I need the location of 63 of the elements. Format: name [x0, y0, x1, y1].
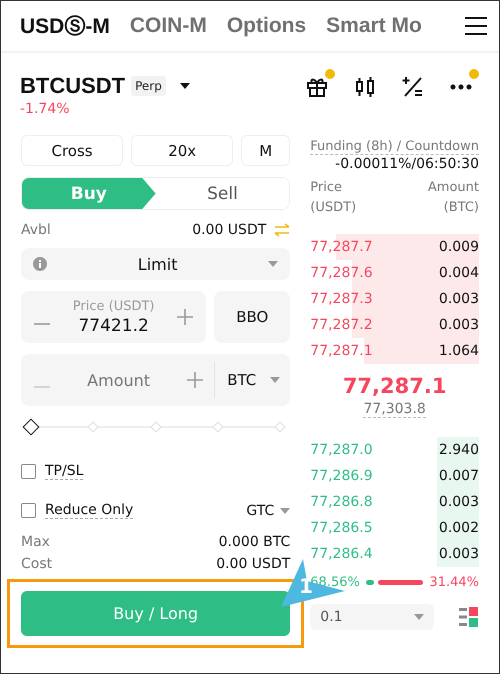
bid-row[interactable]: 77,286.9 0.007	[310, 463, 479, 489]
caret-icon	[280, 508, 290, 514]
ask-row[interactable]: 77,287.3 0.003	[310, 286, 479, 312]
candlestick-icon	[354, 75, 376, 99]
price-label: Price (USDT)	[72, 298, 156, 314]
price-change: -1.74%	[20, 101, 71, 117]
contract-tag: Perp	[131, 76, 166, 96]
order-type-select[interactable]: Limit	[21, 248, 290, 280]
unit-select[interactable]: BTC	[227, 371, 280, 389]
bbo-button[interactable]: BBO	[214, 291, 290, 343]
caret-icon	[414, 614, 424, 620]
plus-minus-icon	[401, 75, 425, 99]
last-price: 77,287.1	[342, 374, 448, 398]
summary-value: 0.00 USDT	[216, 555, 290, 574]
price-header: Price (USDT)	[310, 179, 356, 217]
checkbox[interactable]	[21, 464, 36, 479]
sell-ratio: 31.44%	[429, 575, 479, 590]
summary-label: Cost	[21, 555, 52, 574]
market-tab[interactable]: Options	[226, 14, 306, 38]
ask-row[interactable]: 77,287.1 1.064	[310, 338, 479, 364]
checkbox[interactable]	[21, 503, 36, 518]
caret-icon	[270, 377, 280, 383]
bid-row[interactable]: 77,287.0 2.940	[310, 437, 479, 463]
info-icon	[33, 257, 47, 271]
ask-row[interactable]: 77,287.6 0.004	[310, 260, 479, 286]
price-value: 77421.2	[77, 316, 150, 336]
margin-button[interactable]: M	[241, 135, 290, 166]
symbol-name: BTCUSDT	[20, 73, 126, 99]
swap-icon[interactable]	[274, 223, 290, 237]
margin-button[interactable]: 20x	[131, 135, 234, 166]
sell-ratio-bar	[378, 580, 424, 585]
bid-row[interactable]: 77,286.8 0.003	[310, 489, 479, 515]
more-icon	[450, 84, 472, 90]
available-label: Avbl	[21, 222, 51, 238]
available-value: 0.00 USDT	[192, 222, 266, 238]
option-label: TP/SL	[45, 463, 84, 480]
bid-row[interactable]: 77,286.5 0.002	[310, 515, 479, 541]
summary-label: Max	[21, 533, 50, 552]
plus-icon	[187, 372, 204, 388]
precision-select[interactable]: 0.1	[310, 604, 434, 630]
summary-value: 0.000 BTC	[218, 533, 290, 552]
plus-icon	[177, 309, 194, 325]
ask-row[interactable]: 77,287.7 0.009	[310, 234, 479, 260]
margin-button[interactable]: Cross	[21, 135, 124, 166]
option-label: Reduce Only	[45, 502, 134, 519]
market-tab[interactable]: Smart Mo	[326, 14, 422, 38]
minus-icon	[34, 386, 50, 388]
market-tab[interactable]: COIN-M	[130, 14, 207, 38]
time-in-force-select[interactable]: GTC	[246, 502, 290, 518]
minus-icon	[34, 323, 50, 325]
ask-row[interactable]: 77,287.2 0.003	[310, 312, 479, 338]
amount-field[interactable]: Amount BTC	[21, 354, 290, 406]
funding-value: -0.00011%/06:50:30	[334, 156, 479, 172]
mark-price: 77,303.8	[363, 401, 426, 418]
bid-row[interactable]: 77,286.4 0.003	[310, 541, 479, 567]
amount-header: Amount (BTC)	[428, 179, 479, 217]
menu-icon	[465, 17, 487, 35]
caret-icon	[268, 261, 278, 267]
market-tab[interactable]: USDⓈ-M	[20, 12, 110, 40]
caret-icon	[180, 83, 190, 89]
book-layout-icon[interactable]	[459, 607, 479, 627]
price-field[interactable]: Price (USDT) 77421.2	[21, 291, 206, 343]
funding-label: Funding (8h) / Countdown	[310, 139, 479, 155]
